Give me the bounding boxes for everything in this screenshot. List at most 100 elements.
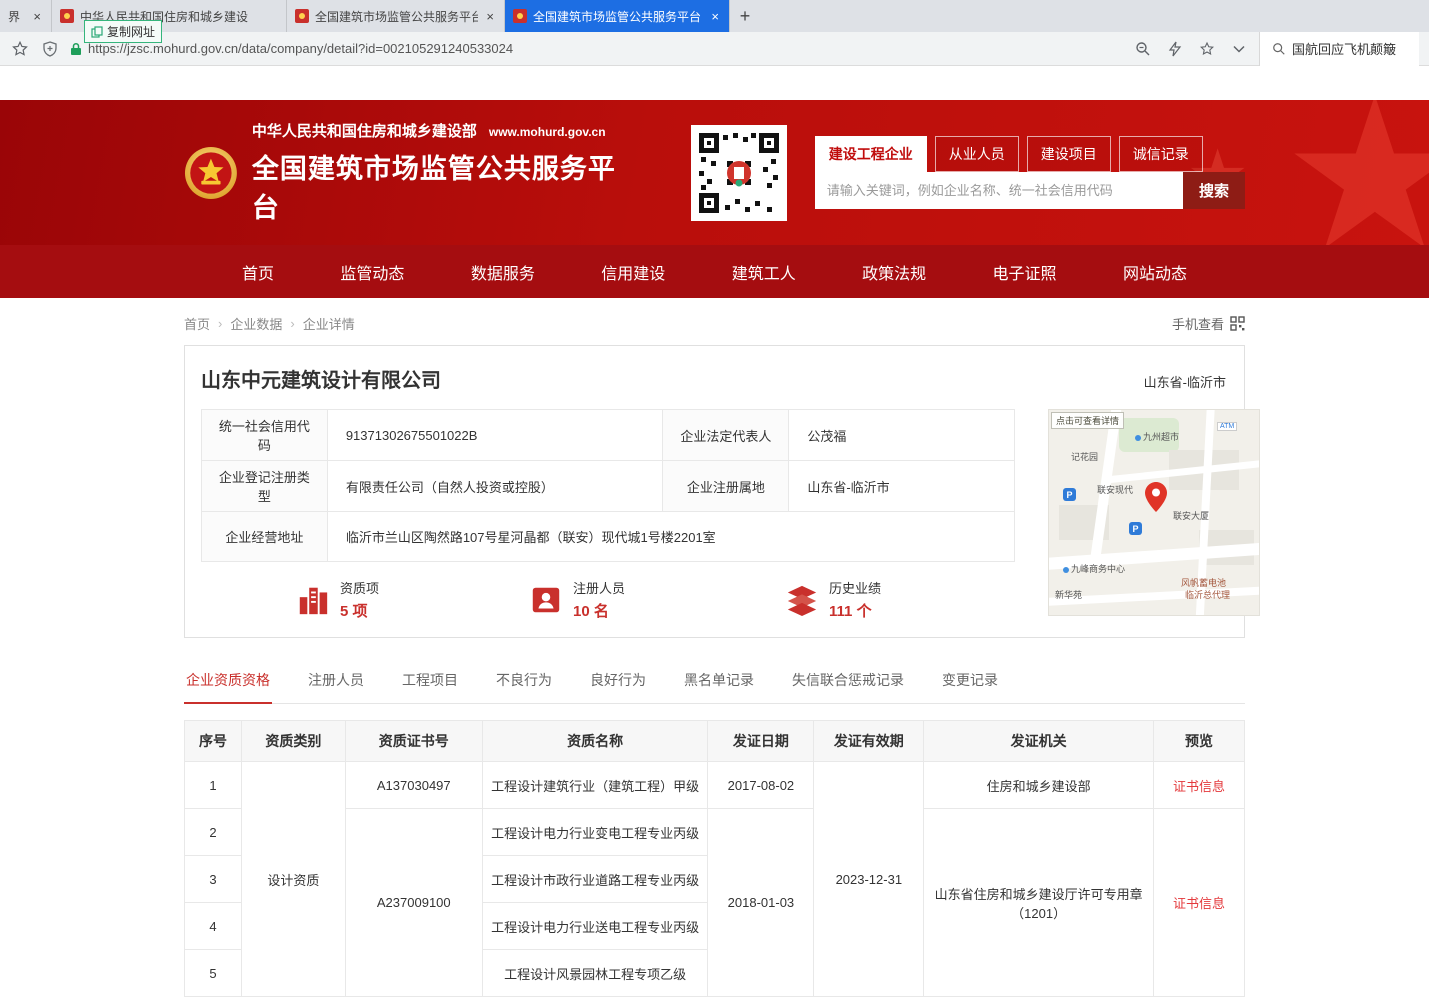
zoom-icon[interactable] <box>1133 39 1153 59</box>
cell-index: 3 <box>185 856 242 903</box>
ministry-name: 中华人民共和国住房和城乡建设部 <box>252 120 477 141</box>
tab-qualifications[interactable]: 企业资质资格 <box>184 664 272 704</box>
address-bar: https://jzsc.mohurd.gov.cn/data/company/… <box>0 32 1429 66</box>
favorite-star-icon[interactable] <box>1197 39 1217 59</box>
building-icon <box>296 583 330 617</box>
reg-region-value: 山东省-临沂市 <box>789 461 1015 512</box>
tab-title: 界 <box>8 8 25 25</box>
tab-projects[interactable]: 工程项目 <box>400 664 460 703</box>
breadcrumb: 首页 › 企业数据 › 企业详情 <box>184 314 355 333</box>
poi-dot-icon <box>1063 567 1069 573</box>
close-icon[interactable]: × <box>31 9 43 24</box>
cell-issue-date: 2018-01-03 <box>708 809 814 997</box>
breadcrumb-company-data[interactable]: 企业数据 <box>230 314 282 333</box>
field-label: 企业经营地址 <box>202 512 328 562</box>
stat-value: 111 个 <box>829 600 881 621</box>
browser-search-box[interactable]: 国航回应飞机颠簸 <box>1259 32 1419 66</box>
tab-blacklist[interactable]: 黑名单记录 <box>682 664 756 703</box>
hot-search-text: 国航回应飞机颠簸 <box>1292 39 1396 58</box>
search-button[interactable]: 搜索 <box>1183 172 1245 209</box>
cell-index: 2 <box>185 809 242 856</box>
cell-index: 5 <box>185 950 242 997</box>
tab-change-records[interactable]: 变更记录 <box>940 664 1000 703</box>
stat-value: 10 名 <box>573 600 625 621</box>
legal-rep-value: 公茂福 <box>789 410 1015 461</box>
bookmark-star-icon[interactable] <box>10 39 30 59</box>
qr-code-image <box>691 125 787 221</box>
search-tab-project[interactable]: 建设项目 <box>1027 136 1111 172</box>
browser-tab-active[interactable]: 全国建筑市场监管公共服务平台 × <box>505 0 730 32</box>
lightning-icon[interactable] <box>1165 39 1185 59</box>
parking-icon: P <box>1063 488 1076 501</box>
tab-bad-behavior[interactable]: 不良行为 <box>494 664 554 703</box>
breadcrumb-company-detail[interactable]: 企业详情 <box>303 314 355 333</box>
new-tab-button[interactable]: + <box>730 0 760 32</box>
map-label: 联安现代 <box>1097 483 1133 496</box>
cell-cert-no: A237009100 <box>345 809 482 997</box>
shield-icon[interactable] <box>40 39 60 59</box>
url-field[interactable]: https://jzsc.mohurd.gov.cn/data/company/… <box>70 41 1123 56</box>
field-label: 企业登记注册类型 <box>202 461 328 512</box>
col-header-preview: 预览 <box>1154 721 1245 762</box>
close-icon[interactable]: × <box>484 9 496 24</box>
search-tab-credit[interactable]: 诚信记录 <box>1119 136 1203 172</box>
nav-item-site-news[interactable]: 网站动态 <box>1123 260 1187 284</box>
map-label: 九州超市 <box>1135 430 1179 443</box>
stat-qualifications[interactable]: 资质项 5 项 <box>296 578 379 621</box>
site-favicon-icon <box>60 9 74 23</box>
field-label: 统一社会信用代码 <box>202 410 328 461</box>
search-tab-personnel[interactable]: 从业人员 <box>935 136 1019 172</box>
tab-good-behavior[interactable]: 良好行为 <box>588 664 648 703</box>
mobile-view-button[interactable]: 手机查看 <box>1172 314 1245 333</box>
breadcrumb-separator: › <box>290 316 294 331</box>
map-hint: 点击可查看详情 <box>1051 412 1124 429</box>
search-tab-enterprise[interactable]: 建设工程企业 <box>815 136 927 172</box>
site-logo[interactable]: 中华人民共和国住房和城乡建设部 www.mohurd.gov.cn 全国建筑市场… <box>184 120 629 225</box>
cell-valid-until: 2023-12-31 <box>814 762 924 997</box>
col-header-index: 序号 <box>185 721 242 762</box>
company-stats: 资质项 5 项 注册人员 10 名 <box>201 578 1015 621</box>
nav-item-workers[interactable]: 建筑工人 <box>732 260 796 284</box>
table-row: 1 设计资质 A137030497 工程设计建筑行业（建筑工程）甲级 2017-… <box>185 762 1245 809</box>
breadcrumb-home[interactable]: 首页 <box>184 314 210 333</box>
copy-url-tooltip[interactable]: 复制网址 <box>84 20 162 43</box>
search-category-tabs: 建设工程企业 从业人员 建设项目 诚信记录 <box>815 136 1245 172</box>
tab-title: 全国建筑市场监管公共服务平台 <box>315 8 478 25</box>
nav-item-policy[interactable]: 政策法规 <box>862 260 926 284</box>
nav-item-data-service[interactable]: 数据服务 <box>471 260 535 284</box>
cell-authority: 住房和城乡建设部 <box>924 762 1154 809</box>
nav-item-e-license[interactable]: 电子证照 <box>993 260 1057 284</box>
table-header-row: 序号 资质类别 资质证书号 资质名称 发证日期 发证有效期 发证机关 预览 <box>185 721 1245 762</box>
certificate-info-link[interactable]: 证书信息 <box>1173 779 1225 794</box>
stat-label: 历史业绩 <box>829 578 881 597</box>
stat-label: 资质项 <box>340 578 379 597</box>
search-input[interactable] <box>815 172 1183 209</box>
company-card: 山东中元建筑设计有限公司 山东省-临沂市 统一社会信用代码 9137130267… <box>184 345 1245 638</box>
col-header-issue-date: 发证日期 <box>708 721 814 762</box>
col-header-authority: 发证机关 <box>924 721 1154 762</box>
map-label: 记花园 <box>1071 450 1098 463</box>
chevron-down-icon[interactable] <box>1229 39 1249 59</box>
copy-icon <box>91 26 103 38</box>
company-location-map[interactable]: 点击可查看详情 九州超市 ATM 记花园 联安现代 联安大厦 九峰商务中心 新华… <box>1048 409 1260 616</box>
qualification-table: 序号 资质类别 资质证书号 资质名称 发证日期 发证有效期 发证机关 预览 1 … <box>184 720 1245 997</box>
nav-item-home[interactable]: 首页 <box>242 260 274 284</box>
nav-item-supervision[interactable]: 监管动态 <box>340 260 404 284</box>
address-bar-actions <box>1133 39 1249 59</box>
browser-tab-3[interactable]: 全国建筑市场监管公共服务平台 × <box>287 0 505 32</box>
stat-history-performance[interactable]: 历史业绩 111 个 <box>785 578 881 621</box>
map-label: 九峰商务中心 <box>1063 562 1125 575</box>
header-search: 建设工程企业 从业人员 建设项目 诚信记录 搜索 <box>815 136 1245 209</box>
close-icon[interactable]: × <box>709 9 721 24</box>
tab-registered-personnel[interactable]: 注册人员 <box>306 664 366 703</box>
nav-item-credit[interactable]: 信用建设 <box>601 260 665 284</box>
main-navigation: 首页 监管动态 数据服务 信用建设 建筑工人 政策法规 电子证照 网站动态 <box>0 245 1429 298</box>
stat-registered-personnel[interactable]: 注册人员 10 名 <box>529 578 625 621</box>
certificate-info-link[interactable]: 证书信息 <box>1173 896 1225 911</box>
field-label: 企业法定代表人 <box>663 410 789 461</box>
cell-cert-no: A137030497 <box>345 762 482 809</box>
reg-type-value: 有限责任公司（自然人投资或控股） <box>327 461 663 512</box>
tab-dishonesty-records[interactable]: 失信联合惩戒记录 <box>790 664 906 703</box>
map-label: 新华苑 <box>1055 588 1082 601</box>
browser-tab-1[interactable]: 界 × <box>0 0 52 32</box>
